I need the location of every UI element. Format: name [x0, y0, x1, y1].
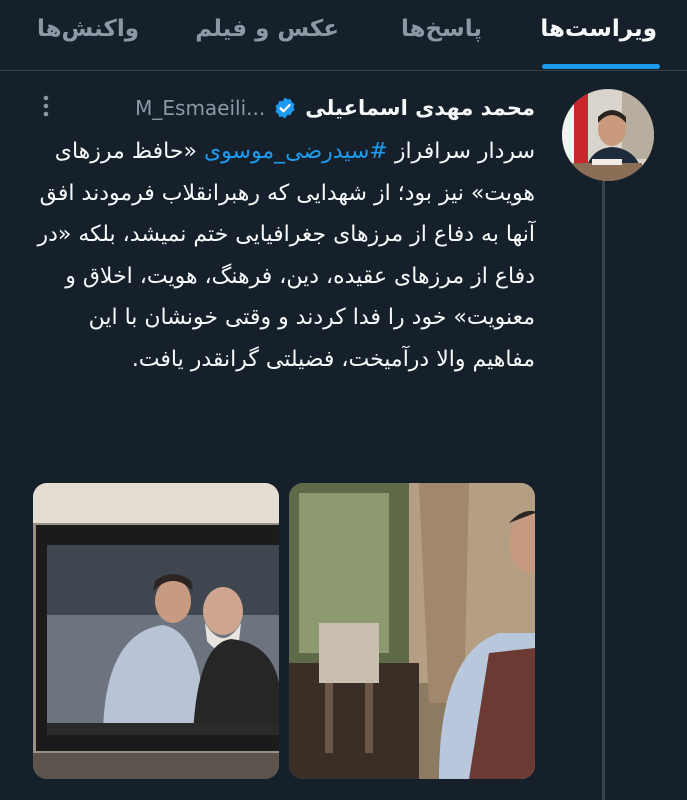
photo-framed-portrait[interactable] [33, 483, 279, 779]
tab-replies[interactable]: پاسخ‌ها [401, 16, 482, 52]
thread-connector [602, 180, 605, 800]
avatar-image [562, 89, 654, 181]
avatar[interactable] [562, 89, 654, 181]
tab-posts[interactable]: ویراست‌ها [540, 16, 657, 52]
photo-man-in-vest[interactable] [289, 483, 535, 779]
tweet-text-rest: «حافظ مرزهای هویت» نیز بود؛ از شهدایی که… [37, 139, 535, 372]
tweet-media [33, 483, 535, 779]
author-name[interactable]: محمد مهدی اسماعیلی [305, 96, 535, 120]
profile-tabs: ویراست‌ها پاسخ‌ها عکس و فیلم واکنش‌ها [0, 0, 687, 71]
active-tab-indicator [542, 64, 660, 69]
tab-likes[interactable]: واکنش‌ها [37, 16, 139, 52]
tweet-text-start: سردار سرافراز [387, 139, 535, 164]
hashtag-link[interactable]: #سیدرضی_موسوی [204, 139, 388, 164]
tab-media[interactable]: عکس و فیلم [195, 16, 339, 52]
more-options-icon[interactable] [36, 92, 56, 122]
verified-badge-icon [275, 97, 295, 119]
tweet-header: محمد مهدی اسماعیلی M_Esmaeili... [135, 92, 535, 124]
author-handle[interactable]: M_Esmaeili... [135, 96, 265, 120]
tweet-text: سردار سرافراز #سیدرضی_موسوی «حافظ مرزهای… [30, 131, 535, 380]
